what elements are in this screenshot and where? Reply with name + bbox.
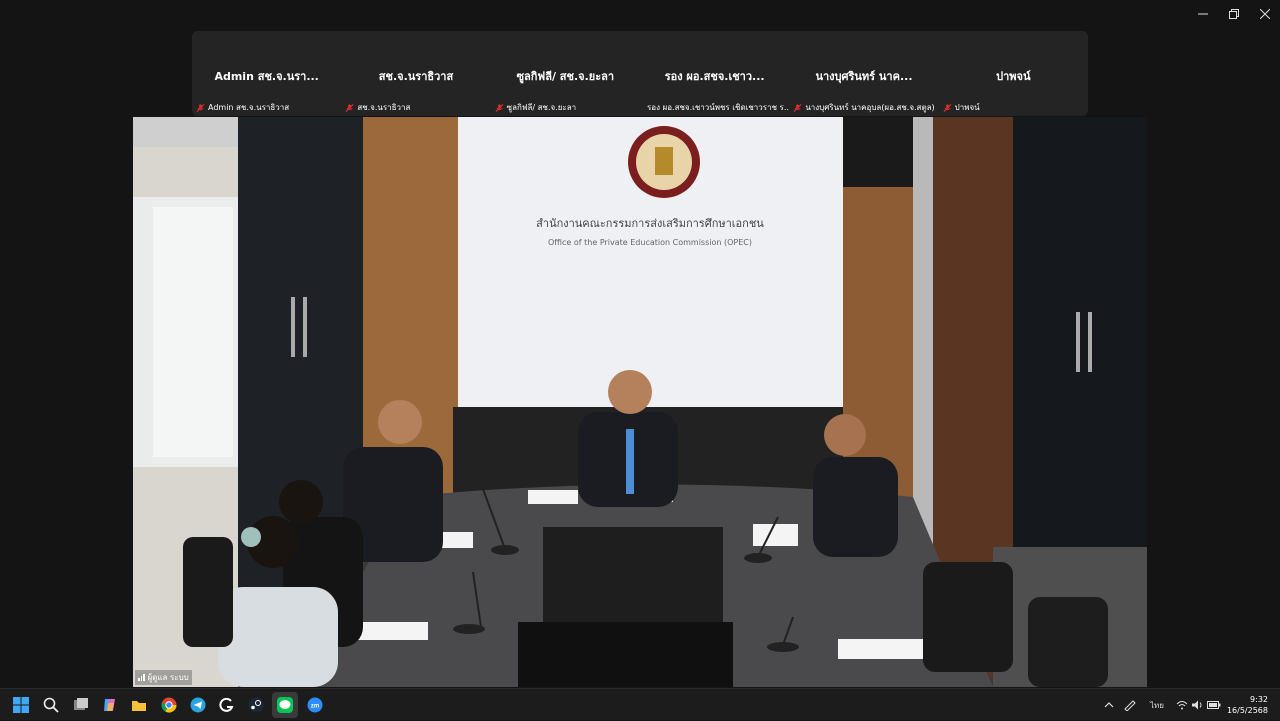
participant-display-name: รอง ผอ.สชจ.เชาว... (664, 70, 765, 83)
participant-tile[interactable]: สช.จ.นราธิวาส สช.จ.นราธิวาส (341, 31, 490, 116)
chevron-up-icon (1104, 702, 1114, 708)
participant-label: นางบุศรินทร์ นาคอุบล(ผอ.สช.จ.สตูล) (793, 101, 935, 114)
active-speaker-name: ผู้ดูแล ระบบ (147, 673, 189, 682)
mic-muted-icon (495, 103, 504, 112)
speaker-icon (1192, 700, 1202, 710)
participant-label-text: Admin สช.จ.นราธิวาส (208, 103, 290, 112)
active-speaker-label: ผู้ดูแล ระบบ (135, 670, 192, 685)
folder-icon (132, 701, 146, 711)
input-language-text: ไทย (1150, 700, 1164, 710)
participant-label: สช.จ.นราธิวาส (345, 101, 410, 114)
mic-muted-icon (196, 103, 205, 112)
participant-label: รอง ผอ.สชจ.เชาวน์พชร เชิดเชาวราช ร... (644, 101, 789, 114)
close-icon (1259, 9, 1270, 19)
file-explorer-button[interactable] (126, 692, 152, 718)
participant-label: ซูลกิฟลี/ สช.จ.ยะลา (495, 101, 576, 114)
participant-display-name: ซูลกิฟลี/ สช.จ.ยะลา (516, 70, 615, 83)
participant-label-text: รอง ผอ.สชจ.เชาวน์พชร เชิดเชาวราช ร... (646, 103, 789, 112)
participant-tile[interactable]: นางบุศรินทร์ นาค... นางบุศรินทร์ นาคอุบล… (789, 31, 938, 116)
pen-icon (1124, 700, 1136, 711)
participant-label-text: ปาพจน์ (954, 103, 980, 112)
svg-text:zm: zm (311, 704, 319, 710)
mic-muted-icon (943, 103, 952, 112)
start-button[interactable] (8, 692, 34, 718)
participant-display-name: สช.จ.นราธิวาส (378, 70, 454, 83)
g-app-icon (219, 697, 234, 712)
mic-muted-icon (793, 103, 802, 112)
clock-time: 9:32 (1250, 695, 1268, 704)
steam-icon (248, 697, 264, 713)
minimize-icon (1197, 13, 1208, 15)
active-speaker-video[interactable]: สำนักงานคณะกรรมการส่งเสริมการศึกษาเอกชน … (133, 117, 1147, 687)
pen-menu-button[interactable] (1124, 689, 1138, 721)
windows-logo-icon (13, 697, 29, 713)
participant-label-text: ซูลกิฟลี/ สช.จ.ยะลา (506, 103, 577, 112)
task-view-button[interactable] (68, 692, 94, 718)
participant-display-name: Admin สช.จ.นรา... (214, 70, 319, 83)
minimize-button[interactable] (1187, 0, 1218, 28)
battery-icon (1207, 701, 1221, 709)
volume-button[interactable] (1191, 689, 1203, 721)
signal-strength-icon (138, 674, 145, 681)
participant-display-name: นางบุศรินทร์ นาค... (815, 70, 913, 83)
input-language-button[interactable]: ไทย (1150, 689, 1164, 721)
participant-display-name: ปาพจน์ (996, 70, 1031, 83)
participant-tile[interactable]: ปาพจน์ ปาพจน์ (939, 31, 1088, 116)
window-controls (1187, 0, 1280, 28)
line-button[interactable] (272, 692, 298, 718)
participant-label-text: นางบุศรินทร์ นาคอุบล(ผอ.สช.จ.สตูล) (805, 103, 935, 112)
zoom-button[interactable]: zm (302, 692, 328, 718)
search-button[interactable] (38, 692, 64, 718)
participant-tile[interactable]: รอง ผอ.สชจ.เชาว... รอง ผอ.สชจ.เชาวน์พชร … (640, 31, 789, 116)
line-icon (277, 697, 293, 713)
participant-gallery: Admin สช.จ.นรา... Admin สช.จ.นราธิวาส สช… (192, 31, 1088, 116)
participant-tile[interactable]: Admin สช.จ.นรา... Admin สช.จ.นราธิวาส (192, 31, 341, 116)
telegram-icon (190, 697, 206, 713)
task-view-icon (74, 698, 88, 710)
chrome-icon (161, 697, 177, 713)
participant-label: ปาพจน์ (943, 101, 980, 114)
telegram-button[interactable] (185, 692, 211, 718)
close-button[interactable] (1249, 0, 1280, 28)
clock-date: 16/5/2568 (1226, 706, 1268, 715)
meeting-room-scene: สำนักงานคณะกรรมการส่งเสริมการศึกษาเอกชน … (133, 117, 1147, 687)
sign-english-text: Office of the Private Education Commissi… (548, 238, 752, 247)
restore-icon (1228, 9, 1239, 19)
steam-button[interactable] (243, 692, 269, 718)
g-app-button[interactable] (214, 692, 240, 718)
mic-muted-icon (345, 103, 354, 112)
chrome-button[interactable] (156, 692, 182, 718)
participant-label-text: สช.จ.นราธิวาส (357, 103, 411, 112)
participant-tile[interactable]: ซูลกิฟลี/ สช.จ.ยะลา ซูลกิฟลี/ สช.จ.ยะลา (491, 31, 640, 116)
network-button[interactable] (1176, 689, 1188, 721)
copilot-icon (104, 699, 115, 711)
participant-label: Admin สช.จ.นราธิวาส (196, 101, 289, 114)
copilot-button[interactable] (97, 692, 123, 718)
windows-taskbar: zm ไทย 9:32 16/5/2568 (0, 688, 1280, 720)
search-icon (43, 697, 59, 713)
wifi-icon (1176, 701, 1188, 710)
sign-thai-text: สำนักงานคณะกรรมการส่งเสริมการศึกษาเอกชน (536, 217, 764, 230)
clock[interactable]: 9:32 16/5/2568 (1227, 694, 1268, 716)
show-hidden-icons-button[interactable] (1104, 689, 1114, 721)
battery-button[interactable] (1207, 689, 1221, 721)
zoom-icon: zm (307, 697, 323, 713)
restore-button[interactable] (1218, 0, 1249, 28)
